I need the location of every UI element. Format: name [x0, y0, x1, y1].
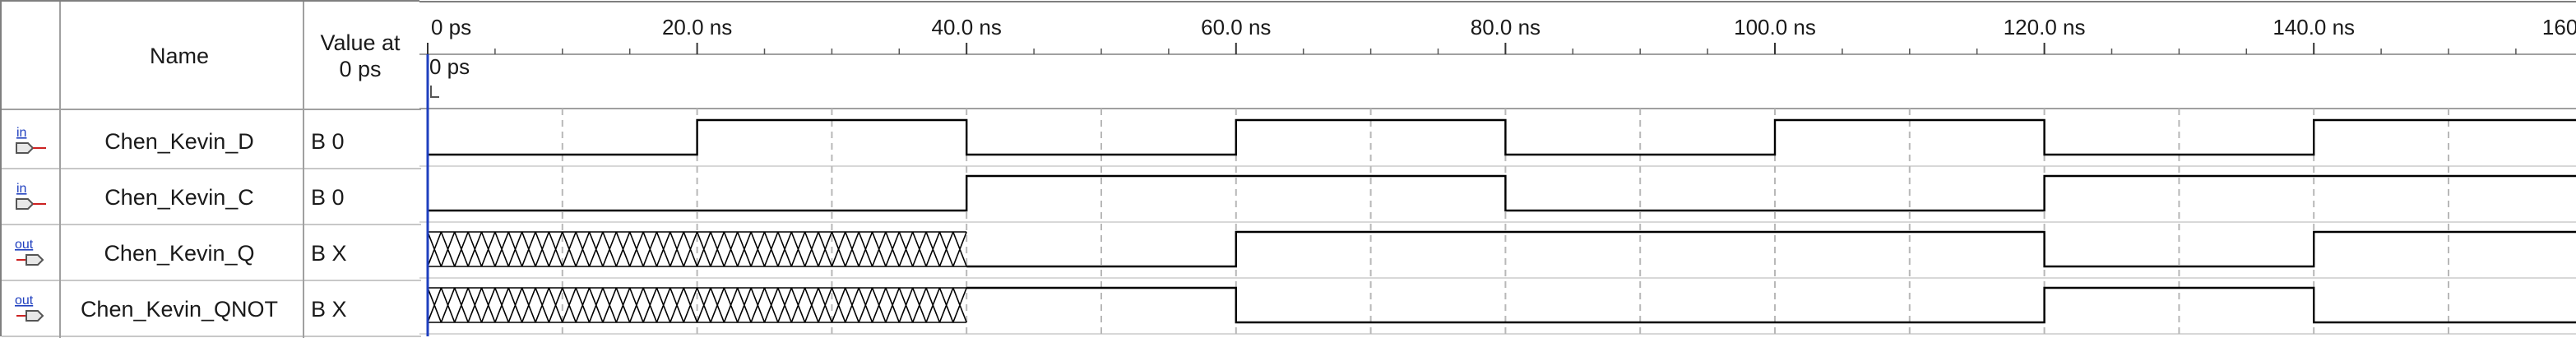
tick-label: 140.0 ns	[2273, 15, 2355, 39]
svg-text:out: out	[15, 238, 34, 252]
tick-label: 0 ps	[431, 15, 471, 39]
column-divider[interactable]	[303, 2, 304, 338]
signal-name: Chen_Kevin_C	[104, 185, 254, 210]
waveform-pane[interactable]: 0 ps 20.0 ns 40.0 ns 60.0 ns 80.0 ns 100.0 ns…	[419, 0, 2576, 336]
signal-value: B X	[311, 241, 347, 266]
column-divider[interactable]	[59, 2, 61, 338]
signal-waveform	[428, 118, 2576, 156]
value-column-header[interactable]: Value at 0 ps	[303, 30, 418, 82]
output-pin-icon: out	[15, 294, 44, 322]
signal-value: B 0	[311, 129, 345, 154]
tick-label: 20.0 ns	[662, 15, 732, 39]
signal-row[interactable]: out Chen_Kevin_Q B X	[2, 225, 421, 281]
signal-row[interactable]: in Chen_Kevin_C B 0	[2, 169, 421, 225]
signal-row[interactable]: in Chen_Kevin_D B 0	[2, 113, 421, 169]
tick-label: 40.0 ns	[932, 15, 1002, 39]
cursor-label: 0 ps	[429, 54, 470, 79]
tick-label: 120.0 ns	[2004, 15, 2086, 39]
tick-label: 100.0 ns	[1734, 15, 1816, 39]
value-header-line2: 0 ps	[339, 57, 382, 81]
output-pin-icon: out	[15, 238, 44, 266]
signal-value: B 0	[311, 185, 345, 210]
signal-waveform	[966, 230, 2576, 268]
signal-waveform	[428, 174, 2576, 212]
signal-row[interactable]: out Chen_Kevin_QNOT B X	[2, 281, 421, 337]
svg-text:in: in	[16, 126, 26, 140]
cursor-flag-icon	[430, 86, 439, 98]
value-header-line1: Value at	[320, 30, 401, 55]
signal-name: Chen_Kevin_D	[104, 129, 254, 154]
signal-value: B X	[311, 297, 347, 322]
svg-text:in: in	[16, 182, 26, 196]
signal-name: Chen_Kevin_QNOT	[80, 297, 279, 322]
tick-label: 160.0 ns	[2542, 15, 2576, 39]
tick-label: 60.0 ns	[1201, 15, 1271, 39]
name-column-header[interactable]: Name	[61, 43, 298, 69]
input-pin-icon: in	[16, 182, 46, 210]
tick-label: 80.0 ns	[1471, 15, 1541, 39]
signal-waveform	[966, 286, 2576, 324]
svg-text:out: out	[15, 294, 34, 308]
column-header-row: Name Value at 0 ps	[2, 2, 421, 110]
signal-list-pane: Name Value at 0 ps in Chen_Kevin_D B 0 i…	[0, 0, 421, 338]
input-pin-icon: in	[16, 126, 46, 154]
waveform-canvas[interactable]: 0 ps 20.0 ns 40.0 ns 60.0 ns 80.0 ns 100.0 ns…	[419, 0, 2576, 336]
signal-name: Chen_Kevin_Q	[104, 241, 255, 266]
